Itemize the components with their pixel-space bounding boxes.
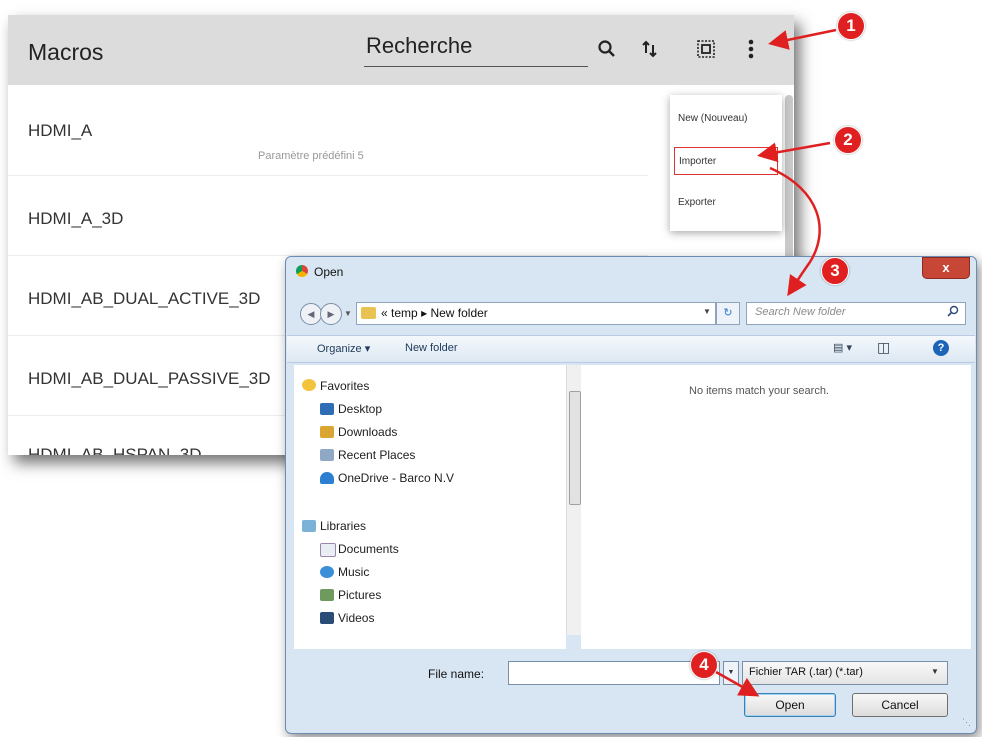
preview-pane-icon[interactable]: ◫ (877, 339, 890, 356)
search-folder-input[interactable]: Search New folder (746, 302, 966, 325)
navigation-pane: Favorites Desktop Downloads Recent Place… (294, 365, 581, 649)
file-type-select[interactable]: Fichier TAR (.tar) (*.tar) ▼ (742, 661, 948, 685)
list-item[interactable]: HDMI_A Paramètre prédéfini 5 (8, 95, 648, 176)
select-all-icon[interactable] (692, 33, 720, 65)
view-options-icon[interactable]: ▤ ▾ (833, 341, 852, 354)
breadcrumb-item[interactable]: New folder (430, 306, 487, 320)
folder-icon (361, 307, 376, 319)
nav-onedrive[interactable]: OneDrive - Barco N.V (338, 471, 454, 485)
address-dropdown-icon[interactable]: ▼ (703, 307, 711, 316)
recent-places-icon (320, 449, 334, 461)
list-item-name: HDMI_A_3D (28, 209, 124, 228)
chevron-down-icon: ▼ (931, 667, 939, 676)
help-icon[interactable]: ? (933, 340, 949, 356)
file-name-input[interactable] (508, 661, 720, 685)
forward-button[interactable]: ▶ (320, 303, 342, 325)
list-item-name: HDMI_AB_HSPAN_3D (28, 445, 202, 455)
search-placeholder: Search New folder (755, 306, 846, 318)
nav-scrollbar[interactable] (566, 365, 581, 635)
refresh-icon[interactable]: ↻ (716, 302, 740, 325)
list-item-name: HDMI_AB_DUAL_ACTIVE_3D (28, 289, 261, 308)
page-title: Macros (28, 39, 104, 65)
search-input[interactable]: Recherche (366, 33, 472, 59)
search-underline (364, 66, 588, 67)
nav-libraries[interactable]: Libraries (320, 519, 366, 533)
nav-desktop[interactable]: Desktop (338, 402, 382, 416)
list-item[interactable]: HDMI_A_3D (8, 175, 648, 256)
new-folder-button[interactable]: New folder (405, 342, 458, 354)
nav-pictures[interactable]: Pictures (338, 588, 381, 602)
annotation-badge-3: 3 (821, 257, 849, 285)
recent-locations-dropdown[interactable]: ▼ (344, 309, 352, 318)
annotation-badge-2: 2 (834, 126, 862, 154)
nav-videos[interactable]: Videos (338, 611, 374, 625)
nav-music[interactable]: Music (338, 565, 369, 579)
file-list-pane[interactable]: No items match your search. (581, 365, 971, 649)
nav-recent-places[interactable]: Recent Places (338, 448, 415, 462)
sort-icon[interactable] (638, 33, 662, 65)
organize-button[interactable]: Organize ▾ (317, 342, 370, 355)
overflow-menu: New (Nouveau) Importer Exporter (670, 95, 782, 231)
nav-favorites[interactable]: Favorites (320, 379, 369, 393)
music-icon (320, 566, 334, 578)
list-item-name: HDMI_A (28, 121, 93, 140)
more-vert-icon[interactable] (741, 33, 761, 65)
empty-message: No items match your search. (689, 385, 829, 397)
list-item-name: HDMI_AB_DUAL_PASSIVE_3D (28, 369, 271, 388)
address-bar[interactable]: « temp ▸ New folder ▼ (356, 302, 716, 325)
nav-downloads[interactable]: Downloads (338, 425, 397, 439)
file-type-value: Fichier TAR (.tar) (*.tar) (749, 666, 863, 678)
address-path: « temp ▸ New folder (381, 306, 488, 320)
libraries-icon (302, 520, 316, 532)
list-item-subtitle: Paramètre prédéfini 5 (258, 150, 364, 162)
dialog-title: Open (314, 265, 344, 279)
dialog-titlebar: Open x (286, 257, 976, 287)
menu-item-new[interactable]: New (Nouveau) (674, 105, 778, 133)
open-file-dialog: Open x ◀ ▶ ▼ « temp ▸ New folder ▼ ↻ Sea… (285, 256, 977, 734)
back-button[interactable]: ◀ (300, 303, 322, 325)
search-icon[interactable] (592, 33, 622, 65)
address-prefix: « (381, 306, 388, 320)
file-name-dropdown[interactable]: ▼ (723, 661, 739, 685)
pictures-icon (320, 589, 334, 601)
breadcrumb-item[interactable]: temp (391, 306, 418, 320)
annotation-badge-1: 1 (837, 12, 865, 40)
documents-icon (320, 543, 336, 557)
star-icon (302, 379, 316, 391)
macros-header: Macros Recherche (8, 15, 794, 85)
file-name-label: File name: (428, 667, 485, 681)
menu-item-export[interactable]: Exporter (674, 189, 778, 217)
videos-icon (320, 612, 334, 624)
nav-documents[interactable]: Documents (338, 542, 399, 556)
chrome-icon (296, 265, 308, 277)
menu-item-import[interactable]: Importer (674, 147, 778, 175)
close-button[interactable]: x (922, 257, 970, 279)
annotation-badge-4: 4 (690, 651, 718, 679)
dialog-toolbar: Organize ▾ New folder ▤ ▾ ◫ ? (287, 335, 975, 363)
downloads-icon (320, 426, 334, 438)
onedrive-icon (320, 472, 334, 484)
search-icon[interactable] (947, 305, 959, 320)
nav-scroll-thumb[interactable] (569, 391, 581, 505)
desktop-icon (320, 403, 334, 415)
resize-grip[interactable]: ⋱ (962, 717, 971, 728)
breadcrumb-separator: ▸ (421, 306, 428, 320)
cancel-button[interactable]: Cancel (852, 693, 948, 717)
open-button[interactable]: Open (744, 693, 836, 717)
